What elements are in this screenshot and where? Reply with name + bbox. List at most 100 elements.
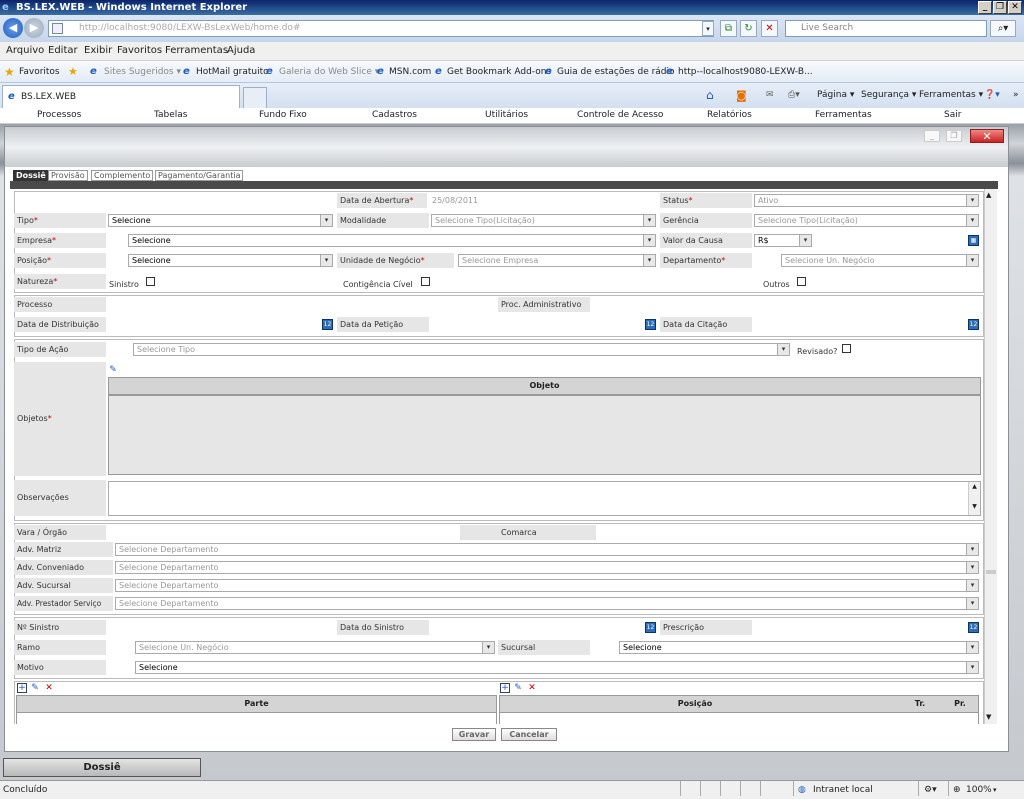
calendar-icon[interactable]: 12 bbox=[968, 622, 979, 633]
n-sinistro-input[interactable] bbox=[106, 621, 334, 634]
home-icon[interactable]: ⌂ bbox=[706, 83, 714, 108]
fav-bookmark-addons[interactable]: Get Bookmark Add-ons bbox=[447, 61, 551, 83]
adv-conveniado-select[interactable]: Selecione Departamento bbox=[115, 561, 979, 574]
delete-icon[interactable]: ✕ bbox=[44, 683, 54, 693]
forward-icon[interactable]: ▶ bbox=[24, 18, 44, 38]
ramo-select[interactable]: Selecione Un. Negócio bbox=[135, 641, 495, 654]
empresa-select[interactable]: Selecione bbox=[128, 234, 656, 247]
edit-icon[interactable]: ✎ bbox=[513, 683, 523, 693]
zoom-level[interactable]: 100% bbox=[966, 781, 992, 799]
calendar-icon[interactable]: 12 bbox=[968, 319, 979, 330]
fav-msn[interactable]: MSN.com bbox=[389, 61, 431, 83]
posicao-select[interactable]: Selecione bbox=[128, 254, 333, 267]
contingencia-checkbox[interactable] bbox=[421, 277, 430, 286]
posicoes-grid[interactable] bbox=[499, 713, 979, 724]
adv-matriz-select[interactable]: Selecione Departamento bbox=[115, 543, 979, 556]
search-input[interactable]: Live Search bbox=[785, 20, 987, 37]
fav-radio[interactable]: Guia de estações de rádio bbox=[557, 61, 675, 83]
fav-sites-sugeridos[interactable]: Sites Sugeridos ▾ bbox=[104, 61, 181, 83]
partes-grid[interactable] bbox=[16, 713, 497, 724]
scroll-down-icon[interactable]: ▼ bbox=[986, 713, 991, 721]
app-menu-ferramentas[interactable]: Ferramentas bbox=[815, 108, 872, 123]
observacoes-textarea[interactable]: ▲ ▼ bbox=[108, 481, 981, 516]
calendar-icon[interactable]: 12 bbox=[322, 319, 333, 330]
proc-admin-input[interactable] bbox=[592, 298, 979, 311]
favorites-button[interactable]: Favoritos bbox=[19, 61, 60, 83]
cancelar-button[interactable]: Cancelar bbox=[501, 728, 557, 741]
browser-tab[interactable]: e BS.LEX.WEB bbox=[2, 85, 240, 108]
prescricao-input[interactable] bbox=[752, 621, 966, 634]
textarea-scrollbar[interactable]: ▲ ▼ bbox=[968, 482, 980, 515]
window-close-button[interactable]: ✕ bbox=[970, 129, 1004, 143]
dossie-task-button[interactable]: Dossiê bbox=[3, 758, 201, 777]
adv-sucursal-select[interactable]: Selecione Departamento bbox=[115, 579, 979, 592]
app-menu-processos[interactable]: Processos bbox=[37, 108, 81, 123]
maximize-button[interactable]: ❐ bbox=[993, 1, 1007, 14]
protected-mode-icon[interactable]: ⚙▾ bbox=[924, 781, 937, 799]
menu-favoritos[interactable]: Favoritos bbox=[117, 42, 162, 60]
modalidade-select[interactable]: Selecione Tipo(Licitação) bbox=[431, 214, 656, 227]
menu-ferramentas[interactable]: Ferramentas bbox=[165, 42, 228, 60]
data-citacao-input[interactable] bbox=[752, 318, 966, 331]
data-sinistro-input[interactable] bbox=[429, 621, 643, 634]
data-peticao-input[interactable] bbox=[429, 318, 643, 331]
add-icon[interactable]: + bbox=[500, 683, 510, 693]
mail-icon[interactable]: ✉ bbox=[766, 83, 774, 108]
scroll-up-icon[interactable]: ▲ bbox=[986, 191, 991, 199]
add-icon[interactable]: + bbox=[17, 683, 27, 693]
stop-icon[interactable]: ✕ bbox=[761, 20, 778, 37]
zoom-icon[interactable]: ⊕ bbox=[953, 781, 961, 799]
comarca-input[interactable] bbox=[598, 526, 979, 539]
app-menu-utilitarios[interactable]: Utilitários bbox=[485, 108, 528, 123]
tab-provisao[interactable]: Provisão bbox=[48, 170, 88, 181]
app-menu-sair[interactable]: Sair bbox=[944, 108, 961, 123]
app-menu-tabelas[interactable]: Tabelas bbox=[154, 108, 187, 123]
sucursal-select[interactable]: Selecione bbox=[619, 641, 979, 654]
new-tab-button[interactable] bbox=[243, 87, 267, 108]
motivo-select[interactable]: Selecione bbox=[135, 661, 979, 674]
menu-editar[interactable]: Editar bbox=[48, 42, 78, 60]
close-button[interactable]: ✕ bbox=[1008, 1, 1022, 14]
print-icon[interactable]: ⎙▾ bbox=[788, 83, 800, 108]
help-icon[interactable]: ❓▾ bbox=[984, 83, 1000, 108]
app-menu-cadastros[interactable]: Cadastros bbox=[372, 108, 417, 123]
delete-icon[interactable]: ✕ bbox=[527, 683, 537, 693]
vara-input[interactable] bbox=[113, 526, 458, 539]
tipo-acao-select[interactable]: Selecione Tipo bbox=[133, 343, 790, 356]
window-minimize-icon[interactable]: _ bbox=[924, 130, 940, 142]
unidade-negocio-select[interactable]: Selecione Empresa bbox=[458, 254, 656, 267]
window-restore-icon[interactable]: ❐ bbox=[946, 130, 962, 142]
app-menu-relatorios[interactable]: Relatórios bbox=[707, 108, 752, 123]
edit-icon[interactable]: ✎ bbox=[108, 365, 118, 375]
adv-prestador-select[interactable]: Selecione Departamento bbox=[115, 597, 979, 610]
feeds-icon[interactable]: ◙ bbox=[736, 83, 747, 108]
tools-menu[interactable]: Ferramentas ▾ bbox=[919, 83, 983, 108]
url-input[interactable]: http://localhost:9080/LEXW-BsLexWeb/home… bbox=[48, 20, 714, 37]
menu-arquivo[interactable]: Arquivo bbox=[6, 42, 44, 60]
outros-checkbox[interactable] bbox=[797, 277, 806, 286]
gravar-button[interactable]: Gravar bbox=[452, 728, 496, 741]
chevron-more-icon[interactable]: » bbox=[1013, 83, 1019, 108]
departamento-select[interactable]: Selecione Un. Negócio bbox=[781, 254, 979, 267]
data-distribuicao-input[interactable] bbox=[106, 318, 320, 331]
back-icon[interactable]: ◀ bbox=[3, 18, 23, 38]
valor-causa-input[interactable] bbox=[816, 234, 966, 247]
form-scrollbar[interactable]: ▲ ▼ bbox=[984, 189, 997, 724]
moeda-select[interactable]: R$ bbox=[754, 234, 812, 247]
menu-exibir[interactable]: Exibir bbox=[84, 42, 112, 60]
fav-localhost[interactable]: http--localhost9080-LEXW-B... bbox=[678, 61, 813, 83]
status-select[interactable]: Ativo bbox=[754, 194, 979, 207]
scroll-thumb[interactable] bbox=[986, 570, 996, 574]
app-menu-fundo-fixo[interactable]: Fundo Fixo bbox=[259, 108, 307, 123]
add-favorite-icon[interactable]: ★ bbox=[68, 61, 78, 83]
compat-icon[interactable]: ⧉ bbox=[720, 20, 737, 37]
fav-hotmail[interactable]: HotMail gratuito bbox=[196, 61, 269, 83]
tab-complemento[interactable]: Complemento bbox=[91, 170, 154, 181]
refresh-icon[interactable]: ↻ bbox=[740, 20, 757, 37]
security-menu[interactable]: Segurança ▾ bbox=[861, 83, 916, 108]
gerencia-select[interactable]: Selecione Tipo(Licitação) bbox=[754, 214, 979, 227]
page-menu[interactable]: Página ▾ bbox=[817, 83, 854, 108]
sinistro-checkbox[interactable] bbox=[146, 277, 155, 286]
revisado-checkbox[interactable] bbox=[842, 344, 851, 353]
calendar-icon[interactable]: 12 bbox=[645, 622, 656, 633]
